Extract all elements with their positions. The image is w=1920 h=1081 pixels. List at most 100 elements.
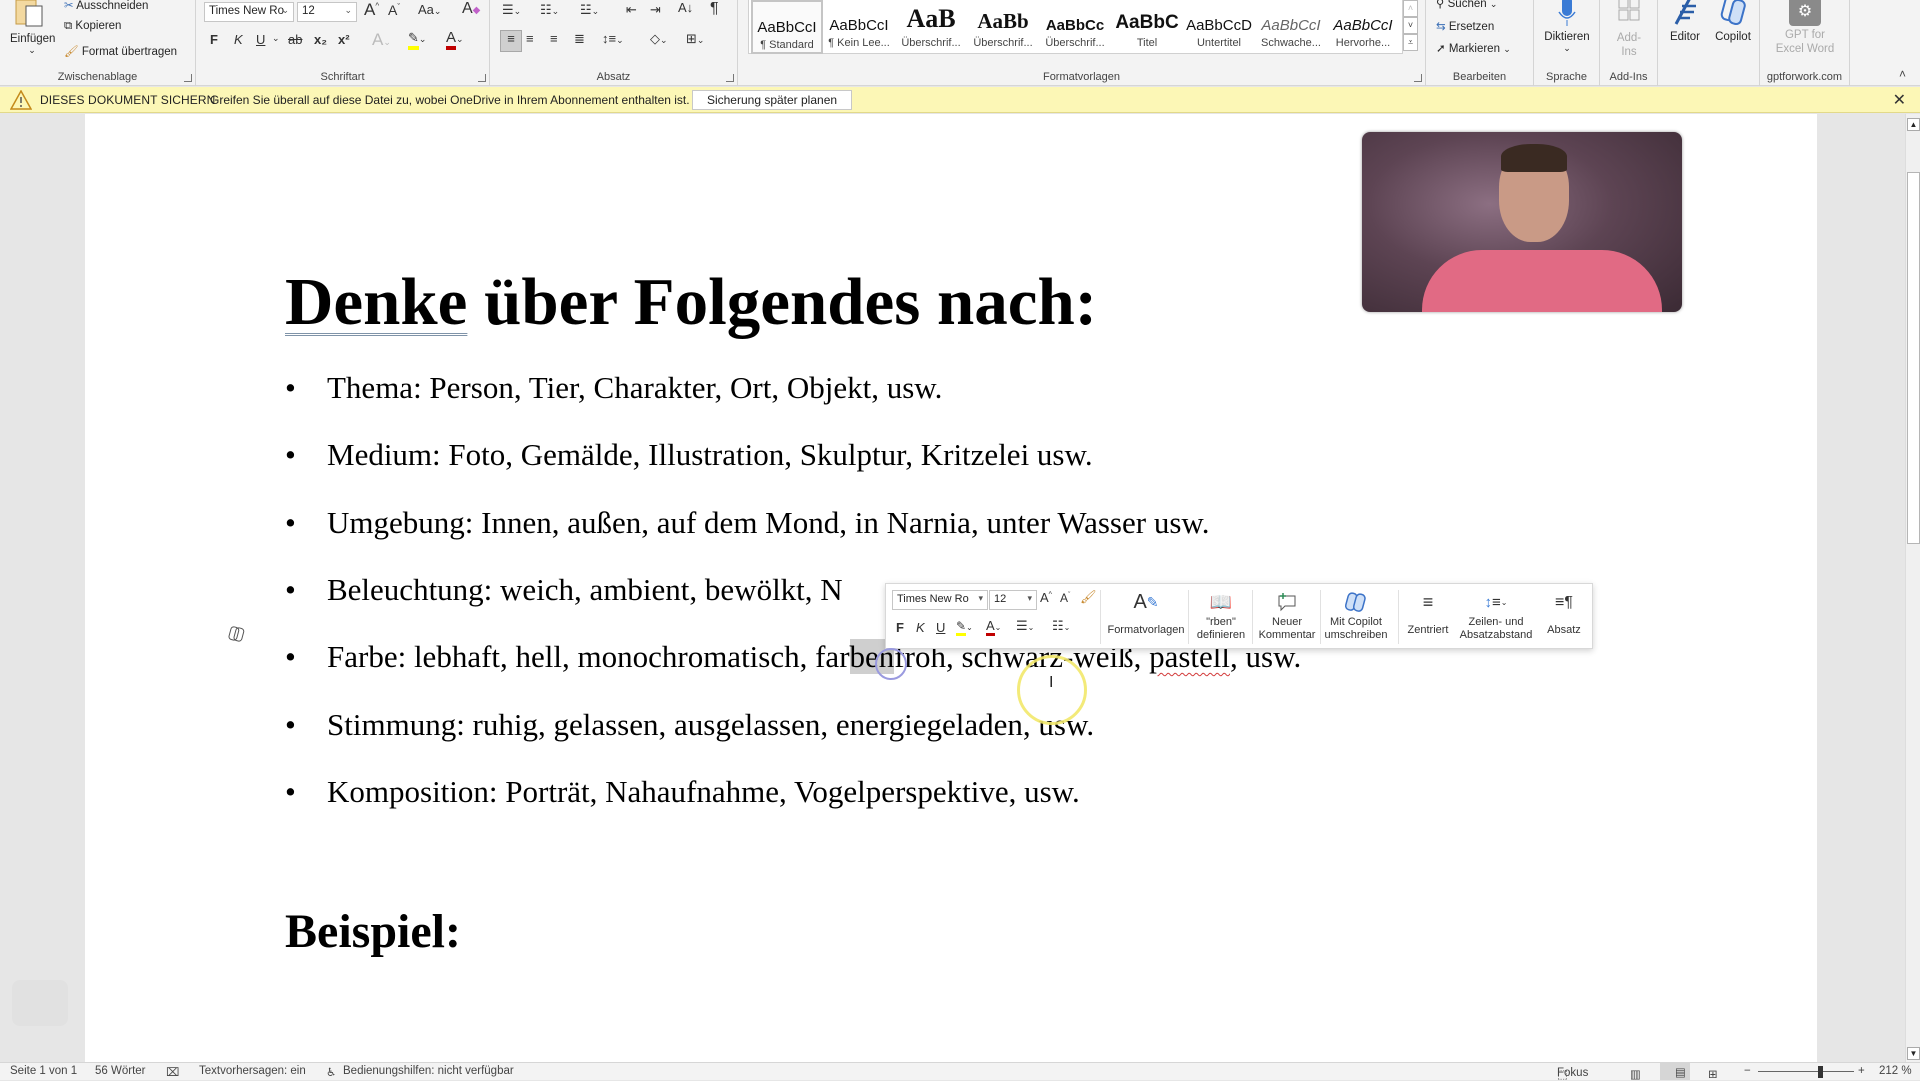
copy-button[interactable]: ⧉ Kopieren — [64, 20, 121, 33]
style-no-spacing[interactable]: AaBbCcI ¶ Kein Lee... — [823, 0, 895, 54]
font-name-dropdown[interactable]: Times New Ro ⌄ — [204, 2, 294, 22]
gallery-up-button[interactable]: ˄ — [1403, 0, 1418, 17]
mini-italic-button[interactable]: K — [916, 620, 925, 635]
zoom-out-button[interactable]: − — [1744, 1065, 1751, 1077]
mini-numbering-button[interactable]: ☷⌄ — [1052, 618, 1070, 634]
format-painter-button[interactable]: 🖌 Format übertragen — [64, 44, 177, 58]
style-heading-2[interactable]: AaBb Überschrif... — [967, 0, 1039, 54]
schedule-backup-button[interactable]: Sicherung später planen — [692, 90, 852, 110]
style-heading-1[interactable]: AaB Überschrif... — [895, 0, 967, 54]
font-launcher-icon[interactable] — [478, 74, 486, 82]
highlight-button[interactable]: ✎⌄ — [408, 30, 426, 50]
increase-indent-button[interactable]: ⇥ — [650, 2, 661, 18]
style-title[interactable]: AaBbC Titel — [1111, 0, 1183, 54]
mini-underline-button[interactable]: U — [936, 620, 945, 635]
style-emphasis[interactable]: AaBbCcI Hervorhe... — [1327, 0, 1399, 54]
mini-new-comment-button[interactable]: Neuer Kommentar — [1254, 588, 1320, 642]
clear-formatting-button[interactable]: A◆ — [462, 0, 480, 18]
borders-button[interactable]: ⊞⌄ — [686, 31, 704, 47]
find-button[interactable]: ⚲ Suchen ⌄ — [1436, 0, 1497, 10]
align-left-button[interactable]: ≡ — [500, 30, 522, 52]
scroll-thumb[interactable] — [1907, 172, 1920, 544]
copilot-button[interactable]: Copilot — [1710, 0, 1756, 43]
replace-button[interactable]: ⇆ Ersetzen — [1436, 19, 1494, 33]
proofing-icon[interactable]: ⌧ — [166, 1065, 179, 1079]
gallery-more-button[interactable]: ⩡ — [1403, 34, 1418, 51]
collapse-ribbon-button[interactable]: ˄ — [1899, 67, 1906, 81]
line-spacing-button[interactable]: ↕≡⌄ — [602, 31, 624, 46]
cut-button[interactable]: ✂ Ausschneiden — [64, 0, 148, 12]
mini-font-color-button[interactable]: A⌄ — [986, 618, 1001, 636]
word-count[interactable]: 56 Wörter — [95, 1065, 146, 1077]
strikethrough-button[interactable]: ab — [288, 32, 302, 47]
accessibility-status[interactable]: Bedienungshilfen: nicht verfügbar — [343, 1065, 514, 1077]
change-case-button[interactable]: Aa⌄ — [418, 2, 441, 17]
numbering-button[interactable]: ☷⌄ — [540, 2, 559, 18]
paste-button[interactable]: Einfügen ⌄ — [10, 0, 56, 55]
style-standard[interactable]: AaBbCcI ¶ Standard — [751, 0, 823, 54]
multilevel-list-button[interactable]: ☳⌄ — [580, 2, 599, 18]
mini-styles-button[interactable]: A ✎ Formatvorlagen — [1104, 588, 1188, 637]
mini-paragraph-button[interactable]: ≡¶ Absatz — [1538, 588, 1590, 637]
dictate-button[interactable]: Diktieren ⌄ — [1534, 0, 1600, 54]
bullets-button[interactable]: ☰⌄ — [502, 2, 521, 18]
select-button[interactable]: ➚ Markieren ⌄ — [1436, 41, 1511, 55]
superscript-button[interactable]: x² — [338, 32, 350, 47]
mini-bold-button[interactable]: F — [896, 620, 904, 635]
style-heading-3[interactable]: AaBbCc Überschrif... — [1039, 0, 1111, 54]
text-predictions-status[interactable]: Textvorhersagen: ein — [199, 1065, 306, 1077]
align-center-button[interactable]: ≡ — [526, 31, 534, 46]
mini-define-button[interactable]: 📖 "rben" definieren — [1190, 588, 1252, 642]
editor-button[interactable]: Editor — [1662, 0, 1708, 43]
decrease-indent-button[interactable]: ⇤ — [626, 2, 637, 18]
zoom-slider-track[interactable] — [1758, 1071, 1854, 1072]
show-formatting-button[interactable]: ¶ — [710, 0, 719, 18]
gallery-down-button[interactable]: ˅ — [1403, 17, 1418, 34]
shrink-font-button[interactable]: Aˇ — [388, 2, 400, 18]
mini-bullets-button[interactable]: ☰⌄ — [1016, 618, 1034, 634]
underline-chevron-icon[interactable]: ⌄ — [272, 33, 280, 44]
mini-define-label: "rben" — [1206, 616, 1236, 628]
mini-center-button[interactable]: ≡ Zentriert — [1402, 588, 1454, 637]
grow-font-button[interactable]: A^ — [364, 0, 379, 20]
scroll-up-button[interactable]: ▲ — [1907, 118, 1920, 131]
print-layout-button[interactable]: ▤ — [1660, 1063, 1690, 1080]
vertical-scrollbar[interactable]: ▲ ▼ — [1905, 114, 1920, 1062]
mini-font-size-dropdown[interactable]: 12 ▾ — [989, 590, 1037, 610]
justify-button[interactable]: ≣ — [574, 31, 585, 47]
font-color-button[interactable]: A⌄ — [446, 30, 464, 50]
mini-font-name-dropdown[interactable]: Times New Ro ▾ — [892, 590, 988, 610]
bold-button[interactable]: F — [210, 32, 218, 47]
mini-shrink-font-button[interactable]: Aˇ — [1060, 591, 1070, 605]
style-subtle-emphasis[interactable]: AaBbCcI Schwache... — [1255, 0, 1327, 54]
mini-format-painter-button[interactable]: 🖌 — [1080, 589, 1097, 605]
mini-font-size-value: 12 — [994, 593, 1007, 605]
addins-button[interactable]: Add-Ins — [1600, 0, 1658, 59]
mini-line-spacing-button[interactable]: ↕ ≡ ⌄ Zeilen- und Absatzabstand — [1456, 588, 1536, 642]
mini-grow-font-button[interactable]: A^ — [1040, 590, 1052, 605]
sort-button[interactable]: A↓ — [678, 0, 693, 15]
zoom-in-button[interactable]: + — [1858, 1065, 1865, 1077]
paragraph-launcher-icon[interactable] — [726, 74, 734, 82]
text-effects-button[interactable]: A⌄ — [372, 30, 391, 50]
scroll-down-button[interactable]: ▼ — [1907, 1047, 1920, 1060]
close-icon[interactable]: ✕ — [1893, 90, 1906, 110]
styles-launcher-icon[interactable] — [1414, 74, 1422, 82]
paste-label: Einfügen — [10, 33, 56, 45]
underline-button[interactable]: U — [256, 32, 265, 47]
gpt-for-excel-word-button[interactable]: ⚙ GPT for Excel Word — [1760, 0, 1850, 56]
zoom-slider-thumb[interactable] — [1818, 1066, 1823, 1078]
subscript-button[interactable]: x₂ — [314, 32, 327, 47]
style-subtitle[interactable]: AaBbCcD Untertitel — [1183, 0, 1255, 54]
paste-chevron-icon[interactable]: ⌄ — [10, 45, 54, 56]
copilot-margin-button[interactable] — [228, 626, 246, 647]
shading-button[interactable]: ◇⌄ — [650, 31, 668, 47]
clipboard-launcher-icon[interactable] — [184, 74, 192, 82]
align-right-button[interactable]: ≡ — [550, 31, 558, 46]
italic-button[interactable]: K — [234, 32, 243, 47]
mini-highlight-button[interactable]: ✎⌄ — [956, 618, 973, 636]
font-size-dropdown[interactable]: 12 ⌄ — [297, 2, 357, 22]
page-count[interactable]: Seite 1 von 1 — [10, 1065, 77, 1077]
zoom-level[interactable]: 212 % — [1879, 1065, 1912, 1077]
mini-copilot-rewrite-button[interactable]: Mit Copilot umschreiben — [1322, 588, 1390, 642]
